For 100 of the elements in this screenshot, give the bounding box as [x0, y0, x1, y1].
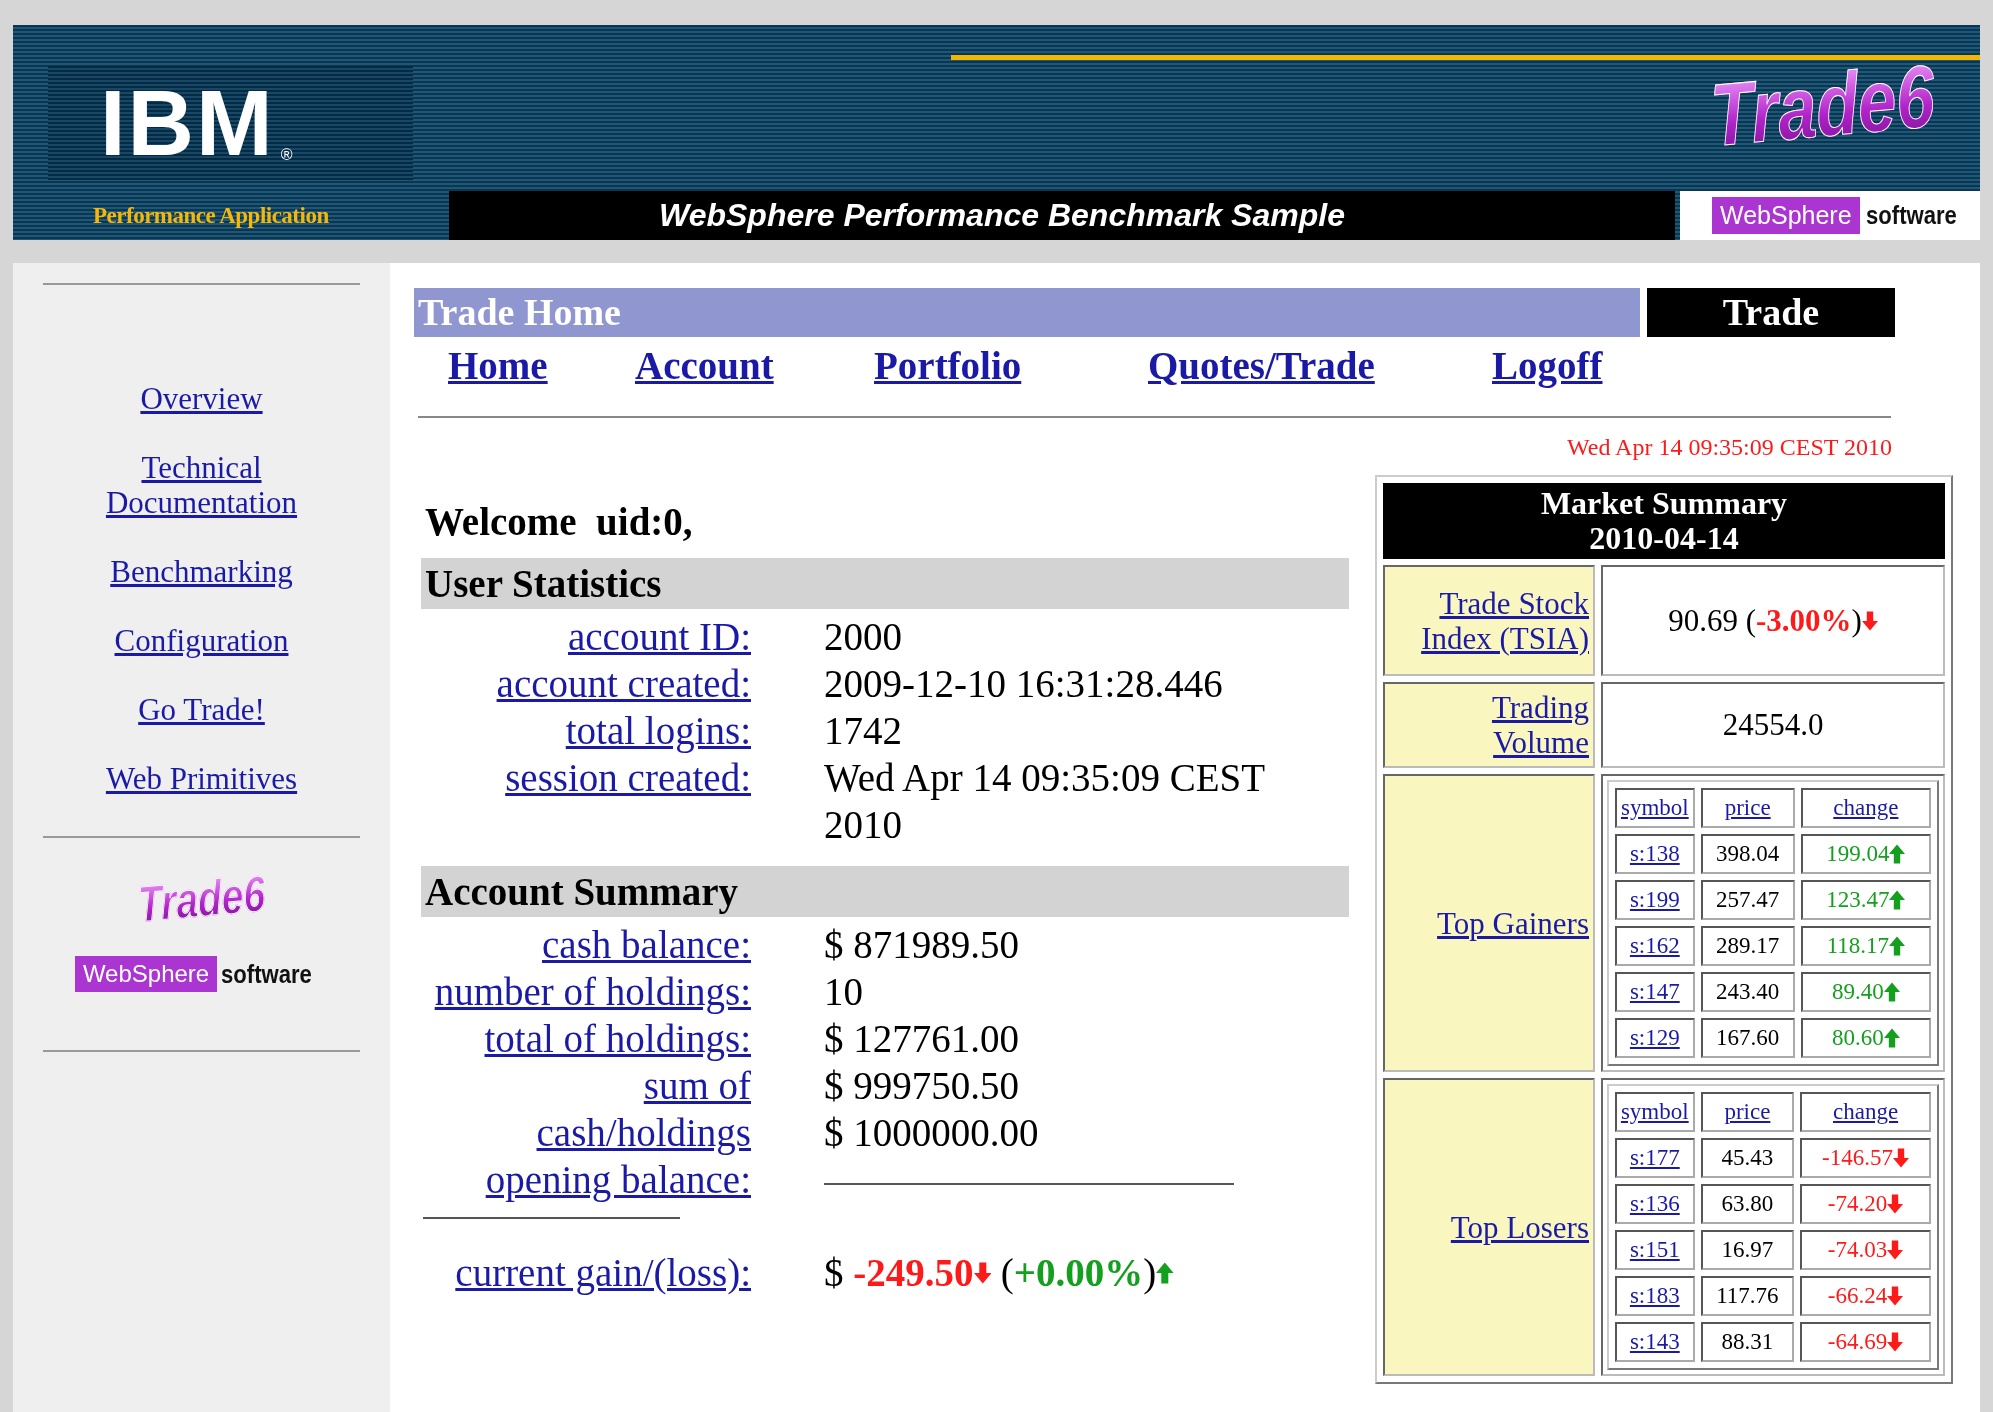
field-value: 1742 — [824, 708, 902, 754]
nav-link[interactable]: Portfolio — [874, 343, 1022, 388]
change-value: 80.60 — [1832, 1025, 1900, 1051]
field-label-link[interactable]: number of holdings: — [434, 968, 751, 1015]
list-link[interactable]: Top Gainers — [1437, 905, 1589, 941]
down-arrow-icon — [1887, 1286, 1904, 1306]
price-cell: 45.43 — [1700, 1138, 1795, 1178]
column-header-link[interactable]: change — [1833, 1099, 1899, 1124]
down-arrow-icon — [1893, 1148, 1909, 1168]
field-value: $ 999750.50 — [824, 1063, 1019, 1109]
header-subtitle: Performance Application — [92, 201, 330, 230]
ticker-link[interactable]: s:147 — [1629, 979, 1680, 1004]
price-cell: 117.76 — [1700, 1276, 1795, 1316]
section-heading: User Statistics — [421, 558, 1349, 609]
field-label-link[interactable]: total of holdings: — [484, 1015, 751, 1062]
change-value: 199.04 — [1826, 841, 1906, 867]
field-label-link[interactable]: current gain/(loss): — [455, 1249, 751, 1296]
column-header-link[interactable]: price — [1724, 795, 1771, 820]
change-value: -74.03 — [1827, 1237, 1904, 1263]
index-link[interactable]: Trade Stock Index (TSIA) — [1389, 585, 1589, 656]
price-cell: 398.04 — [1700, 834, 1795, 874]
up-arrow-icon — [1889, 844, 1906, 864]
field-label-link[interactable]: cash balance: — [542, 921, 751, 968]
field-value: $ 1000000.00 — [824, 1110, 1039, 1156]
ticker-link[interactable]: s:199 — [1629, 887, 1680, 912]
sidebar-link[interactable]: Web Primitives — [81, 761, 322, 796]
field-value: Wed Apr 14 09:35:09 CEST 2010 — [824, 755, 1266, 848]
ticker-link[interactable]: s:151 — [1629, 1237, 1680, 1262]
column-header-link[interactable]: symbol — [1620, 795, 1689, 820]
gain-value: $ -249.50 (+0.00%) — [824, 1249, 1349, 1296]
column-header-link[interactable]: price — [1724, 1099, 1771, 1124]
sidebar-link[interactable]: Overview — [81, 381, 322, 416]
column-header-link[interactable]: symbol — [1620, 1099, 1689, 1124]
field-label-link[interactable]: opening balance: — [485, 1156, 751, 1203]
ticker-link[interactable]: s:143 — [1629, 1329, 1680, 1354]
volume-value: 24554.0 — [1722, 707, 1824, 743]
app-badge: Trade — [1647, 288, 1895, 337]
price-cell: 16.97 — [1700, 1230, 1795, 1270]
up-arrow-icon — [1883, 1028, 1900, 1048]
down-arrow-icon — [1887, 1332, 1904, 1352]
field-label-link[interactable]: sum of — [643, 1062, 751, 1109]
change-value: 89.40 — [1832, 979, 1900, 1005]
field-label-link[interactable]: total logins: — [565, 707, 751, 754]
field-label-link[interactable]: session created: — [505, 754, 751, 848]
nav-link[interactable]: Home — [448, 343, 548, 388]
ticker-link[interactable]: s:183 — [1629, 1283, 1680, 1308]
ticker-link[interactable]: s:136 — [1629, 1191, 1680, 1216]
brand-suffix: software — [1865, 200, 1957, 231]
sidebar-link[interactable]: Configuration — [81, 623, 322, 658]
field-value: 2009-12-10 16:31:28.446 — [824, 661, 1223, 707]
change-value: 123.47 — [1826, 887, 1906, 913]
price-cell: 289.17 — [1700, 926, 1795, 966]
index-value: 90.69 (-3.00%) — [1668, 602, 1878, 639]
price-cell: 63.80 — [1700, 1184, 1795, 1224]
market-summary-heading: Market Summary 2010-04-14 — [1383, 483, 1945, 559]
sidebar-link[interactable]: Benchmarking — [81, 554, 322, 589]
field-value: 10 — [824, 969, 863, 1015]
nav-link[interactable]: Logoff — [1492, 343, 1603, 388]
down-arrow-icon — [1861, 610, 1878, 631]
field-label-link[interactable]: account created: — [496, 660, 751, 707]
ticker-link[interactable]: s:129 — [1629, 1025, 1680, 1050]
sidebar-link[interactable]: Technical Documentation — [81, 450, 322, 520]
price-cell: 167.60 — [1700, 1018, 1795, 1058]
brand-suffix: software — [221, 958, 313, 990]
up-arrow-icon — [1889, 890, 1906, 910]
brand-tag: WebSphere — [74, 956, 218, 992]
list-link[interactable]: Top Losers — [1450, 1209, 1589, 1245]
ticker-link[interactable]: s:177 — [1629, 1145, 1680, 1170]
up-arrow-icon — [1156, 1261, 1174, 1284]
volume-link[interactable]: Trading Volume — [1489, 690, 1589, 760]
up-arrow-icon — [1883, 982, 1900, 1002]
down-arrow-icon — [1887, 1240, 1904, 1260]
ticker-link[interactable]: s:138 — [1629, 841, 1680, 866]
price-cell: 243.40 — [1700, 972, 1795, 1012]
change-value: -64.69 — [1827, 1329, 1904, 1355]
field-value: 2000 — [824, 614, 902, 660]
nav-link[interactable]: Account — [635, 343, 774, 388]
ticker-link[interactable]: s:162 — [1629, 933, 1680, 958]
timestamp: Wed Apr 14 09:35:09 CEST 2010 — [1566, 434, 1892, 461]
field-value: $ 871989.50 — [824, 922, 1019, 968]
sidebar-link[interactable]: Go Trade! — [81, 692, 322, 727]
nav-link[interactable]: Quotes/Trade — [1148, 343, 1375, 388]
registered-mark: ® — [280, 146, 293, 164]
down-arrow-icon — [1887, 1194, 1904, 1214]
field-value: $ 127761.00 — [824, 1016, 1019, 1062]
price-cell: 257.47 — [1700, 880, 1795, 920]
change-value: -66.24 — [1827, 1283, 1904, 1309]
up-arrow-icon — [1889, 936, 1906, 956]
down-arrow-icon — [973, 1261, 992, 1284]
header-title: WebSphere Performance Benchmark Sample — [449, 191, 1675, 240]
change-value: -74.20 — [1827, 1191, 1904, 1217]
brand-tag: WebSphere — [1712, 197, 1860, 234]
page-title-bar: Trade Home — [414, 288, 1640, 337]
field-label-link[interactable]: account ID: — [568, 613, 751, 660]
welcome-text: Welcome uid:0, — [425, 499, 694, 544]
column-header-link[interactable]: change — [1833, 795, 1899, 820]
ibm-logo: IBM — [100, 77, 275, 169]
change-value: 118.17 — [1826, 933, 1906, 959]
price-cell: 88.31 — [1700, 1322, 1795, 1362]
field-label-link[interactable]: cash/holdings — [536, 1109, 751, 1156]
